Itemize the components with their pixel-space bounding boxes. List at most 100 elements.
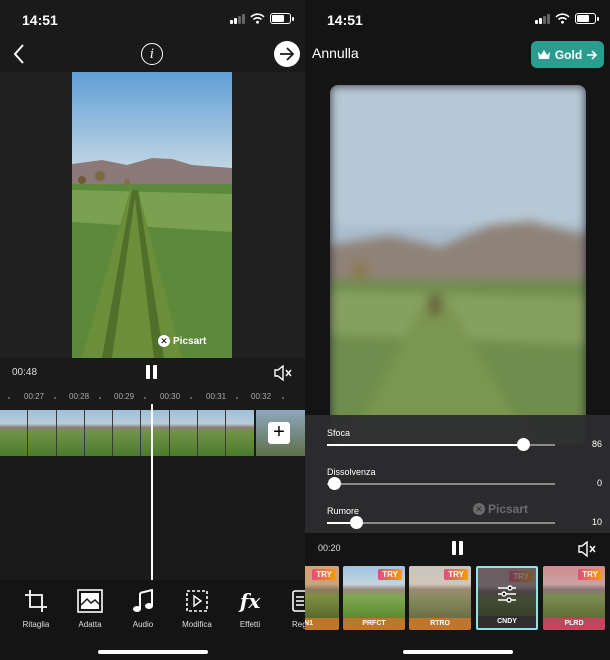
filter-adjust-panel: Sfoca 86 Dissolvenza 0 Rumore 10 (305, 415, 610, 533)
sliders-settings-icon[interactable] (497, 585, 517, 603)
add-clip-tile[interactable]: + (256, 410, 305, 456)
clip-frame (0, 410, 29, 456)
crop-icon (25, 590, 47, 612)
timecode: 00:20 (318, 543, 341, 553)
editor-toolbar: Ritaglia Adatta Audio Modifica fx Effett… (0, 580, 305, 660)
signal-icon (535, 13, 550, 24)
tool-label: Effetti (239, 620, 261, 629)
clip-frame (84, 410, 114, 456)
filter-label: IN1 (305, 618, 339, 630)
tool-label: Modifica (182, 620, 212, 629)
tool-fit[interactable]: Adatta (62, 586, 118, 629)
filter-card-plrd[interactable]: TRY PLRD (543, 566, 605, 630)
back-chevron-icon[interactable] (8, 42, 32, 66)
filter-label: CNDY (478, 616, 536, 628)
status-time: 14:51 (327, 12, 363, 28)
wifi-icon (555, 13, 570, 24)
slider-label: Sfoca (327, 428, 351, 438)
ruler-label: 00:27 (24, 392, 45, 401)
wifi-icon (250, 13, 265, 24)
tool-audio[interactable]: Audio (115, 586, 171, 629)
watermark-text: Picsart (488, 502, 529, 516)
filter-carousel[interactable]: TRY IN1 TRY PRFCT TRY RTRO TRY CNDY TRY … (305, 566, 610, 630)
close-icon[interactable]: ✕ (473, 503, 485, 515)
home-indicator (98, 650, 208, 654)
clip-frame (56, 410, 85, 456)
clip-frame (226, 410, 254, 456)
tool-crop[interactable]: Ritaglia (8, 586, 64, 629)
filter-card-prfct[interactable]: TRY PRFCT (343, 566, 405, 630)
next-arrow-button[interactable] (274, 41, 300, 67)
tool-edit[interactable]: Modifica (169, 586, 225, 629)
more-tools-icon (292, 590, 305, 612)
picsart-watermark[interactable]: ✕ Picsart (158, 335, 206, 347)
tool-label: Regi (292, 620, 305, 629)
slider-label: Dissolvenza (327, 467, 376, 477)
timeline-playhead[interactable] (151, 404, 153, 580)
pause-icon[interactable] (146, 365, 157, 379)
status-time: 14:51 (22, 12, 58, 28)
slider-knob[interactable] (517, 438, 530, 451)
slider-value: 86 (591, 439, 602, 449)
tool-label: Audio (132, 620, 154, 629)
edit-clip-icon (186, 590, 208, 612)
close-icon[interactable]: ✕ (158, 335, 170, 347)
filter-card-cndy[interactable]: TRY CNDY (476, 566, 538, 630)
battery-icon (270, 13, 294, 24)
slider-value: 0 (596, 478, 602, 488)
video-preview[interactable] (72, 72, 232, 358)
add-clip-button[interactable]: + (268, 422, 290, 444)
tool-effects[interactable]: fx Effetti (222, 586, 278, 629)
crown-icon (537, 50, 550, 59)
slider-blur[interactable]: Sfoca 86 (327, 423, 602, 457)
slider-value: 10 (591, 517, 602, 527)
mute-icon[interactable] (274, 365, 292, 381)
clip-frame (169, 410, 199, 456)
info-icon[interactable]: i (141, 43, 163, 65)
gold-label: Gold (554, 47, 583, 62)
video-editor-panel: 14:51 i ✕ Picsart 00:48 00:27 00:28 00:2… (0, 0, 305, 660)
video-canvas (0, 72, 305, 358)
try-badge: TRY (378, 569, 402, 580)
filter-card-in1[interactable]: TRY IN1 (305, 566, 339, 630)
home-indicator (403, 650, 513, 654)
ruler-label: 00:31 (206, 392, 227, 401)
status-bar: 14:51 (305, 0, 610, 38)
arrow-right-icon (280, 47, 295, 61)
timecode: 00:48 (12, 367, 38, 378)
picsart-watermark[interactable]: ✕ Picsart (473, 502, 528, 516)
clip-frame (141, 410, 170, 456)
try-badge: TRY (312, 569, 336, 580)
ruler-label: 00:32 (251, 392, 272, 401)
clip-frame (28, 410, 57, 456)
slider-track[interactable] (327, 483, 555, 485)
tool-more[interactable]: Regi (276, 586, 305, 629)
battery-icon (575, 13, 599, 24)
slider-label: Rumore (327, 506, 360, 516)
playback-controls: 00:48 (0, 360, 305, 386)
ruler-label: 00:29 (114, 392, 135, 401)
playback-controls: 00:20 (305, 534, 610, 562)
filter-label: PLRD (543, 618, 605, 630)
filter-preview[interactable] (330, 85, 586, 445)
pause-icon[interactable] (452, 541, 463, 555)
slider-knob[interactable] (328, 477, 341, 490)
music-note-icon (133, 589, 153, 612)
arrow-right-icon (587, 49, 598, 60)
slider-fade[interactable]: Dissolvenza 0 (327, 462, 602, 496)
gold-upgrade-button[interactable]: Gold (531, 41, 604, 68)
filter-label: PRFCT (343, 618, 405, 630)
status-bar: 14:51 (0, 0, 305, 38)
mute-icon[interactable] (578, 541, 596, 557)
try-badge: TRY (444, 569, 468, 580)
clip-filmstrip[interactable] (0, 410, 254, 456)
filter-card-rtro[interactable]: TRY RTRO (409, 566, 471, 630)
slider-knob[interactable] (350, 516, 363, 529)
slider-noise[interactable]: Rumore 10 (327, 501, 602, 535)
signal-icon (230, 13, 245, 24)
clip-frame (113, 410, 142, 456)
ruler-label: 00:28 (69, 392, 90, 401)
cancel-button[interactable]: Annulla (312, 45, 359, 61)
clip-frame (198, 410, 227, 456)
fx-icon: fx (239, 589, 261, 613)
